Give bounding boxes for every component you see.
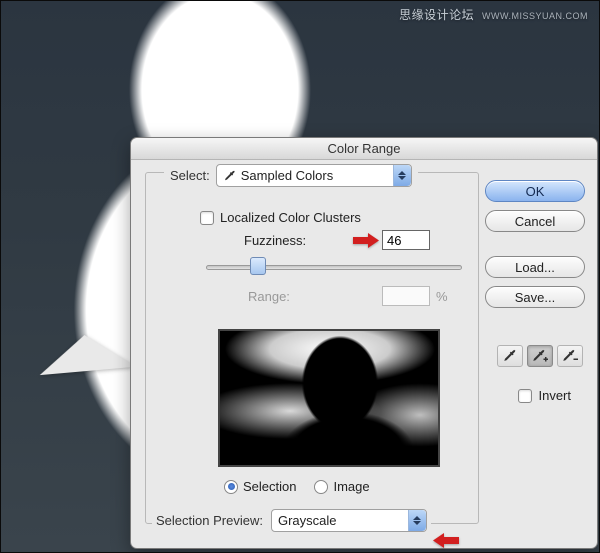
selection-preview-value: Grayscale — [278, 513, 337, 528]
cancel-button[interactable]: Cancel — [485, 210, 585, 232]
color-range-dialog: Color Range Select: Sampled Colors Local… — [130, 137, 598, 549]
eyedropper-minus-icon — [561, 348, 579, 364]
radio-selection-option[interactable]: Selection — [224, 479, 296, 494]
selection-preview-combo[interactable]: Grayscale — [271, 509, 427, 532]
invert-label: Invert — [538, 388, 571, 403]
red-arrow-annotation — [353, 233, 379, 248]
save-button[interactable]: Save... — [485, 286, 585, 308]
radio-image[interactable] — [314, 480, 328, 494]
range-label: Range: — [248, 289, 290, 304]
watermark-text: 思缘设计论坛 — [399, 8, 474, 22]
eyedropper-icon — [223, 169, 237, 183]
eyedropper-plus-icon — [531, 348, 549, 364]
eyedropper-icon — [502, 348, 518, 364]
dialog-buttons: OK Cancel Load... Save... — [485, 180, 585, 308]
watermark-url: WWW.MISSYUAN.COM — [482, 11, 588, 21]
select-combo[interactable]: Sampled Colors — [216, 164, 412, 187]
radio-image-option[interactable]: Image — [314, 479, 369, 494]
select-combo-value: Sampled Colors — [241, 168, 334, 183]
fuzziness-input[interactable] — [382, 230, 430, 250]
radio-selection-label: Selection — [243, 479, 296, 494]
radio-selection[interactable] — [224, 480, 238, 494]
eyedropper-tool[interactable] — [497, 345, 523, 367]
range-input — [382, 286, 430, 306]
invert-checkbox[interactable] — [518, 389, 532, 403]
localized-row: Localized Color Clusters — [200, 210, 361, 225]
select-row-wrapper: Select: Sampled Colors — [164, 164, 418, 187]
watermark: 思缘设计论坛 WWW.MISSYUAN.COM — [399, 6, 588, 23]
ok-button[interactable]: OK — [485, 180, 585, 202]
eyedropper-minus-tool[interactable] — [557, 345, 583, 367]
load-button[interactable]: Load... — [485, 256, 585, 278]
red-arrow-annotation-2 — [433, 533, 459, 548]
selection-preview-label: Selection Preview: — [156, 513, 263, 528]
range-unit: % — [436, 289, 448, 304]
dialog-content: Select: Sampled Colors Localized Color C… — [131, 160, 597, 182]
combo-arrows-icon — [408, 510, 426, 531]
invert-row: Invert — [518, 388, 571, 403]
eyedropper-plus-tool[interactable] — [527, 345, 553, 367]
fuzziness-label: Fuzziness: — [244, 233, 306, 248]
preview-row-wrapper: Selection Preview: Grayscale — [152, 509, 431, 532]
options-fieldset: Select: Sampled Colors Localized Color C… — [145, 172, 479, 524]
combo-arrows-icon — [393, 165, 411, 186]
dialog-title: Color Range — [328, 141, 401, 156]
slider-track — [206, 265, 462, 270]
localized-checkbox[interactable] — [200, 211, 214, 225]
dialog-titlebar[interactable]: Color Range — [131, 138, 597, 160]
select-label: Select: — [170, 168, 210, 183]
preview-mode-radios: Selection Image — [224, 479, 370, 494]
eyedropper-tools — [497, 345, 583, 367]
radio-image-label: Image — [333, 479, 369, 494]
slider-thumb[interactable] — [250, 257, 266, 275]
preview-image — [220, 331, 438, 465]
selection-preview-thumbnail[interactable] — [218, 329, 440, 467]
localized-label: Localized Color Clusters — [220, 210, 361, 225]
fuzziness-slider[interactable] — [206, 259, 462, 275]
